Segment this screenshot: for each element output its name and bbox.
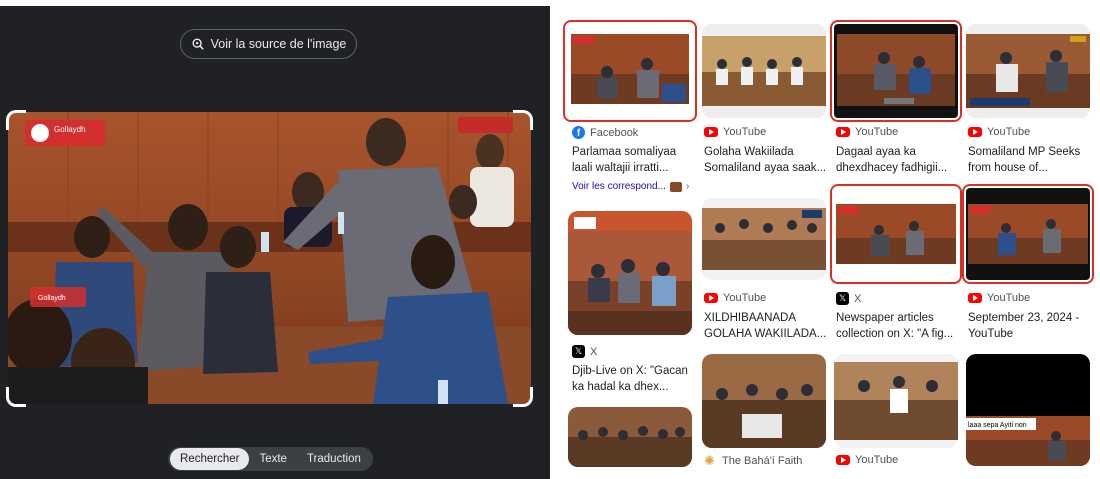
crop-corner-bottom-right[interactable] [513,387,533,407]
result-source: YouTube [968,292,1030,304]
result-source-label: YouTube [987,292,1031,304]
lens-icon [192,38,204,50]
see-matches-link[interactable]: Voir les correspond... › [572,181,689,192]
result-source: YouTube [704,126,766,138]
result-card[interactable]: 𝕏 X Djib-Live on X: "Gacan ka hadal ka d… [550,205,692,405]
result-thumbnail[interactable] [834,354,958,448]
result-source: YouTube [704,292,766,304]
bahai-star-icon: ✺ [704,453,715,468]
youtube-icon [968,127,982,137]
result-title[interactable]: XILDHIBAANADA GOLAHA WAKIILADA... [704,310,828,342]
result-source: 𝕏 X [572,345,597,358]
crop-corner-top-left[interactable] [6,110,26,130]
x-icon: 𝕏 [836,292,849,305]
result-source-label: YouTube [855,126,899,138]
result-card[interactable]: ✺ The Bahá'í Faith [700,350,832,479]
result-source: 𝕏 X [836,292,861,305]
top-strip [0,0,550,6]
result-card[interactable]: YouTube [832,350,964,479]
result-source-label: Facebook [590,126,639,139]
result-thumbnail[interactable] [830,20,962,122]
youtube-icon [968,293,982,303]
youtube-icon [704,127,718,137]
result-source: YouTube [968,126,1030,138]
result-source: YouTube [836,126,898,138]
result-thumbnail[interactable] [966,24,1090,118]
view-image-source-button[interactable]: Voir la source de l'image [180,29,357,59]
result-title[interactable]: Golaha Wakiilada Somaliland ayaa saak... [704,144,828,176]
result-title[interactable]: Dagaal ayaa ka dhexdhacey fadhigii... [836,144,960,176]
matches-thumb-icon [669,181,682,192]
result-card[interactable]: f Facebook Parlamaa somaliyaa laali walt… [550,0,697,200]
image-preview-panel: Voir la source de l'image Gollaydh Golla… [0,0,550,479]
result-card[interactable]: YouTube XILDHIBAANADA GOLAHA WAKIILADA..… [700,190,832,350]
result-card[interactable]: 𝕏 X Newspaper articles collection on X: … [830,180,964,342]
result-source-label: X [590,345,598,358]
result-source-label: X [854,292,862,305]
result-source-label: YouTube [855,454,899,466]
result-thumbnail[interactable] [830,184,962,284]
svg-text:Gollaydh: Gollaydh [54,125,86,134]
result-title[interactable]: Djib-Live on X: "Gacan ka hadal ka dhex.… [572,363,696,395]
see-matches-label: Voir les correspond... [572,181,666,192]
tab-text[interactable]: Texte [249,448,297,470]
chevron-right-icon: › [685,181,690,192]
youtube-icon [704,293,718,303]
result-title[interactable]: Parlamaa somaliyaa laali waltajii irratt… [572,144,696,176]
tab-search[interactable]: Rechercher [170,448,250,470]
result-thumbnail[interactable] [962,184,1094,284]
searched-image[interactable]: Gollaydh Gollaydh [8,112,531,404]
result-thumbnail[interactable] [702,354,826,448]
tab-translate[interactable]: Traduction [297,448,371,470]
result-title[interactable]: September 23, 2024 - YouTube [968,310,1092,342]
result-source: f Facebook [572,126,638,139]
result-source: ✺ The Bahá'í Faith [704,454,802,467]
result-source-label: YouTube [723,126,767,138]
crop-corner-top-right[interactable] [513,110,533,130]
result-source: YouTube [836,454,898,466]
result-card[interactable]: YouTube Dagaal ayaa ka dhexdhacey fadhig… [830,0,964,200]
svg-text:laaa sepa Ayiti non: laaa sepa Ayiti non [968,422,1027,429]
result-thumbnail[interactable] [568,211,692,335]
youtube-icon [836,455,850,465]
result-source-label: YouTube [987,126,1031,138]
result-card[interactable]: YouTube Golaha Wakiilada Somaliland ayaa… [700,0,832,200]
result-thumbnail[interactable] [568,407,692,467]
result-source-label: YouTube [723,292,767,304]
result-thumbnail[interactable]: laaa sepa Ayiti non [966,354,1090,466]
result-card[interactable]: YouTube Somaliland MP Seeks from house o… [964,0,1100,200]
visual-matches-panel: f Facebook Parlamaa somaliyaa laali walt… [550,0,1100,479]
result-source-label: The Bahá'í Faith [722,454,803,467]
youtube-icon [836,127,850,137]
result-card[interactable] [550,405,692,479]
result-card[interactable]: YouTube September 23, 2024 - YouTube [962,180,1100,342]
lens-mode-tabs: Rechercher Texte Traduction [168,447,373,471]
svg-text:Gollaydh: Gollaydh [38,295,66,302]
result-title[interactable]: Newspaper articles collection on X: "A f… [836,310,960,342]
result-title[interactable]: Somaliland MP Seeks from house of... [968,144,1092,176]
view-image-source-label: Voir la source de l'image [210,37,347,51]
result-thumbnail[interactable] [702,24,826,118]
x-icon: 𝕏 [572,345,585,358]
result-thumbnail[interactable] [563,20,697,122]
facebook-icon: f [572,126,585,139]
crop-corner-bottom-left[interactable] [6,387,26,407]
result-card[interactable]: laaa sepa Ayiti non [964,350,1100,479]
result-thumbnail[interactable] [702,198,826,280]
